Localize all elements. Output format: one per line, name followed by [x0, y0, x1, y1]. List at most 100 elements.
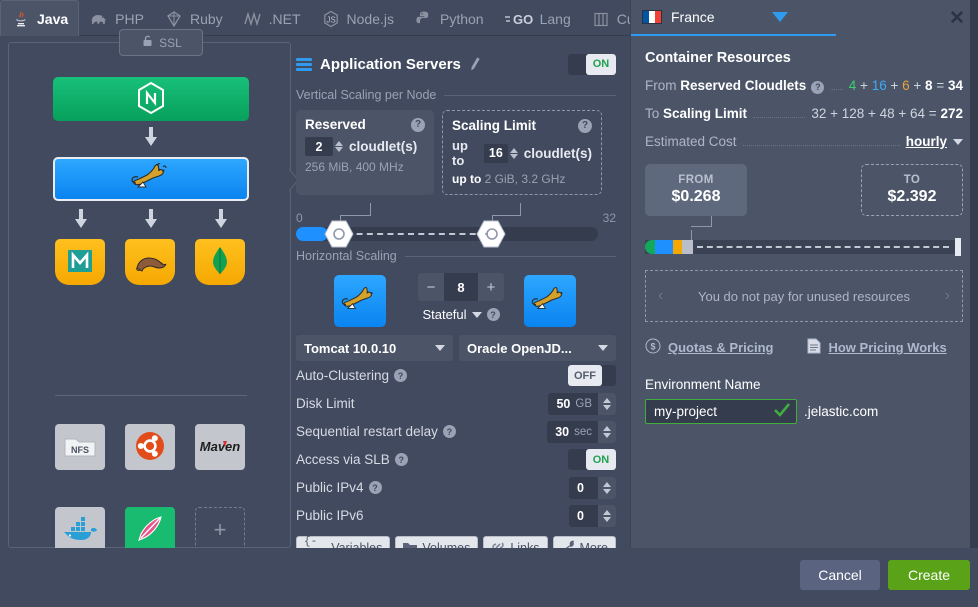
topology-node-nginx[interactable] — [53, 77, 249, 121]
slider-stem — [370, 203, 371, 215]
increment-button[interactable]: + — [478, 273, 504, 301]
estimated-cost-label: Estimated Cost — [645, 134, 737, 149]
tab-dotnet[interactable]: .NET — [233, 1, 311, 36]
horizontal-scaling-row: − 8 + Stateful ? — [296, 273, 616, 329]
france-flag-icon — [642, 10, 662, 24]
scaling-limit-stepper[interactable] — [509, 147, 518, 159]
chevron-down-icon[interactable] — [771, 10, 788, 25]
help-icon[interactable]: ? — [368, 481, 382, 494]
scaling-limit-box[interactable]: Scaling Limit ? up to 16 cloudlet(s) up … — [442, 110, 602, 195]
public-ipv4-field[interactable]: 0 — [569, 476, 616, 499]
slider-stem — [492, 215, 521, 216]
help-icon[interactable]: ? — [486, 308, 500, 321]
tab-label: Ruby — [189, 10, 223, 27]
create-button[interactable]: Create — [888, 560, 970, 590]
tab-java[interactable]: Java — [0, 0, 80, 36]
public-ipv6-field[interactable]: 0 — [569, 504, 616, 527]
reserved-value[interactable]: 2 — [305, 137, 333, 156]
restart-delay-value[interactable]: 30 — [547, 425, 574, 439]
horizontal-scaling-section-label: Horizontal Scaling — [296, 249, 616, 263]
from-part-3: 6 — [902, 78, 910, 93]
power-toggle[interactable]: ON — [568, 53, 616, 75]
topology-node-nfs[interactable]: NFS — [55, 424, 105, 470]
node-count-value[interactable]: 8 — [444, 273, 478, 301]
topology-node-maven[interactable]: Maven — [195, 424, 245, 470]
reserved-unit: cloudlet(s) — [349, 139, 418, 154]
chevron-right-icon[interactable]: › — [945, 287, 950, 305]
ssl-badge[interactable]: SSL — [119, 29, 203, 56]
topology-node-tomcat[interactable] — [53, 157, 249, 201]
help-icon[interactable]: ? — [411, 117, 425, 132]
public-ipv6-stepper[interactable] — [598, 504, 616, 527]
option-text: Public IPv4 — [296, 480, 364, 495]
hamburger-icon[interactable] — [296, 57, 312, 71]
tab-python[interactable]: Python — [404, 1, 494, 36]
engine-version-dropdown[interactable]: Tomcat 10.0.10 — [296, 335, 453, 361]
region-label: France — [671, 9, 715, 25]
cost-breakdown-bar — [645, 230, 963, 256]
topology-node-mongodb[interactable] — [195, 239, 245, 285]
access-slb-toggle[interactable]: ON — [568, 449, 616, 470]
restart-delay-field[interactable]: 30 sec — [547, 420, 616, 443]
python-icon — [414, 9, 434, 29]
tab-nodejs[interactable]: JS Node.js — [311, 1, 404, 36]
help-icon[interactable]: ? — [394, 369, 408, 382]
disk-limit-stepper[interactable] — [598, 392, 616, 415]
quotas-and-pricing-link[interactable]: $ Quotas & Pricing — [645, 338, 773, 357]
pricing-panel: France ✕ Container Resources From Reserv… — [630, 0, 978, 548]
topology-node-apache[interactable] — [125, 507, 175, 553]
help-icon[interactable]: ? — [394, 453, 408, 466]
pricing-link-label: How Pricing Works — [828, 340, 947, 355]
environment-name-input[interactable]: my-project — [645, 399, 797, 424]
jdk-version-dropdown[interactable]: Oracle OpenJD... — [459, 335, 616, 361]
topology-add-node-button[interactable]: + — [195, 507, 245, 553]
decrement-button[interactable]: − — [418, 273, 444, 301]
how-pricing-works-link[interactable]: How Pricing Works — [807, 338, 947, 357]
price-from-box[interactable]: FROM $0.268 — [645, 164, 747, 216]
reserved-stepper[interactable] — [335, 141, 343, 152]
slider-handle-limit[interactable] — [476, 220, 506, 248]
topology-arrow — [145, 127, 157, 147]
stateful-dropdown[interactable]: Stateful ? — [418, 307, 504, 322]
billing-period-dropdown[interactable]: hourly — [906, 134, 963, 149]
reserved-cloudlets-box[interactable]: Reserved ? 2 cloudlet(s) 256 MiB, 400 MH… — [296, 110, 434, 195]
ubuntu-icon — [134, 430, 166, 465]
node-type-tile-right[interactable] — [524, 275, 576, 327]
disk-limit-value[interactable]: 50 — [548, 397, 575, 411]
cost-segment-gray — [682, 240, 693, 254]
pencil-icon[interactable] — [467, 54, 485, 74]
auto-clustering-toggle[interactable]: OFF — [568, 365, 616, 386]
price-from-amount: $0.268 — [671, 188, 721, 205]
cloudlet-slider[interactable]: 0 32 — [296, 203, 616, 248]
node-count-stepper[interactable]: − 8 + — [418, 273, 504, 301]
price-range-row: FROM $0.268 TO $2.392 — [645, 164, 963, 227]
public-ipv6-value[interactable]: 0 — [569, 509, 598, 523]
svg-text:Maven: Maven — [200, 439, 241, 454]
slider-handle-reserved[interactable] — [324, 220, 354, 248]
close-icon[interactable]: ✕ — [946, 7, 968, 29]
slider-min-label: 0 — [296, 211, 303, 225]
restart-delay-stepper[interactable] — [598, 420, 616, 443]
help-icon[interactable]: ? — [578, 118, 592, 133]
topology-node-postgres[interactable] — [125, 239, 175, 285]
chevron-left-icon[interactable]: ‹ — [658, 287, 663, 305]
region-tab[interactable]: France — [631, 0, 836, 36]
disk-limit-field[interactable]: 50 GB — [548, 392, 616, 415]
topology-node-ubuntu[interactable] — [125, 424, 175, 470]
tab-label: Python — [440, 10, 484, 27]
price-to-box[interactable]: TO $2.392 — [861, 164, 963, 216]
cancel-button[interactable]: Cancel — [800, 560, 880, 590]
reserved-sub: 256 MiB, 400 MHz — [305, 160, 404, 174]
topology-node-mariadb[interactable] — [55, 239, 105, 285]
help-icon[interactable]: ? — [442, 425, 456, 438]
svg-text:$: $ — [650, 342, 655, 352]
scaling-limit-value[interactable]: 16 — [483, 143, 508, 163]
public-ipv4-value[interactable]: 0 — [569, 481, 598, 495]
topology-node-docker[interactable] — [55, 507, 105, 553]
tab-go-lang[interactable]: GO Lang — [494, 1, 581, 36]
help-icon[interactable]: ? — [811, 80, 825, 94]
public-ipv4-stepper[interactable] — [598, 476, 616, 499]
node-type-tile-left[interactable] — [334, 275, 386, 327]
plus-icon: + — [213, 517, 227, 542]
jdk-version-label: Oracle OpenJD... — [467, 340, 572, 356]
